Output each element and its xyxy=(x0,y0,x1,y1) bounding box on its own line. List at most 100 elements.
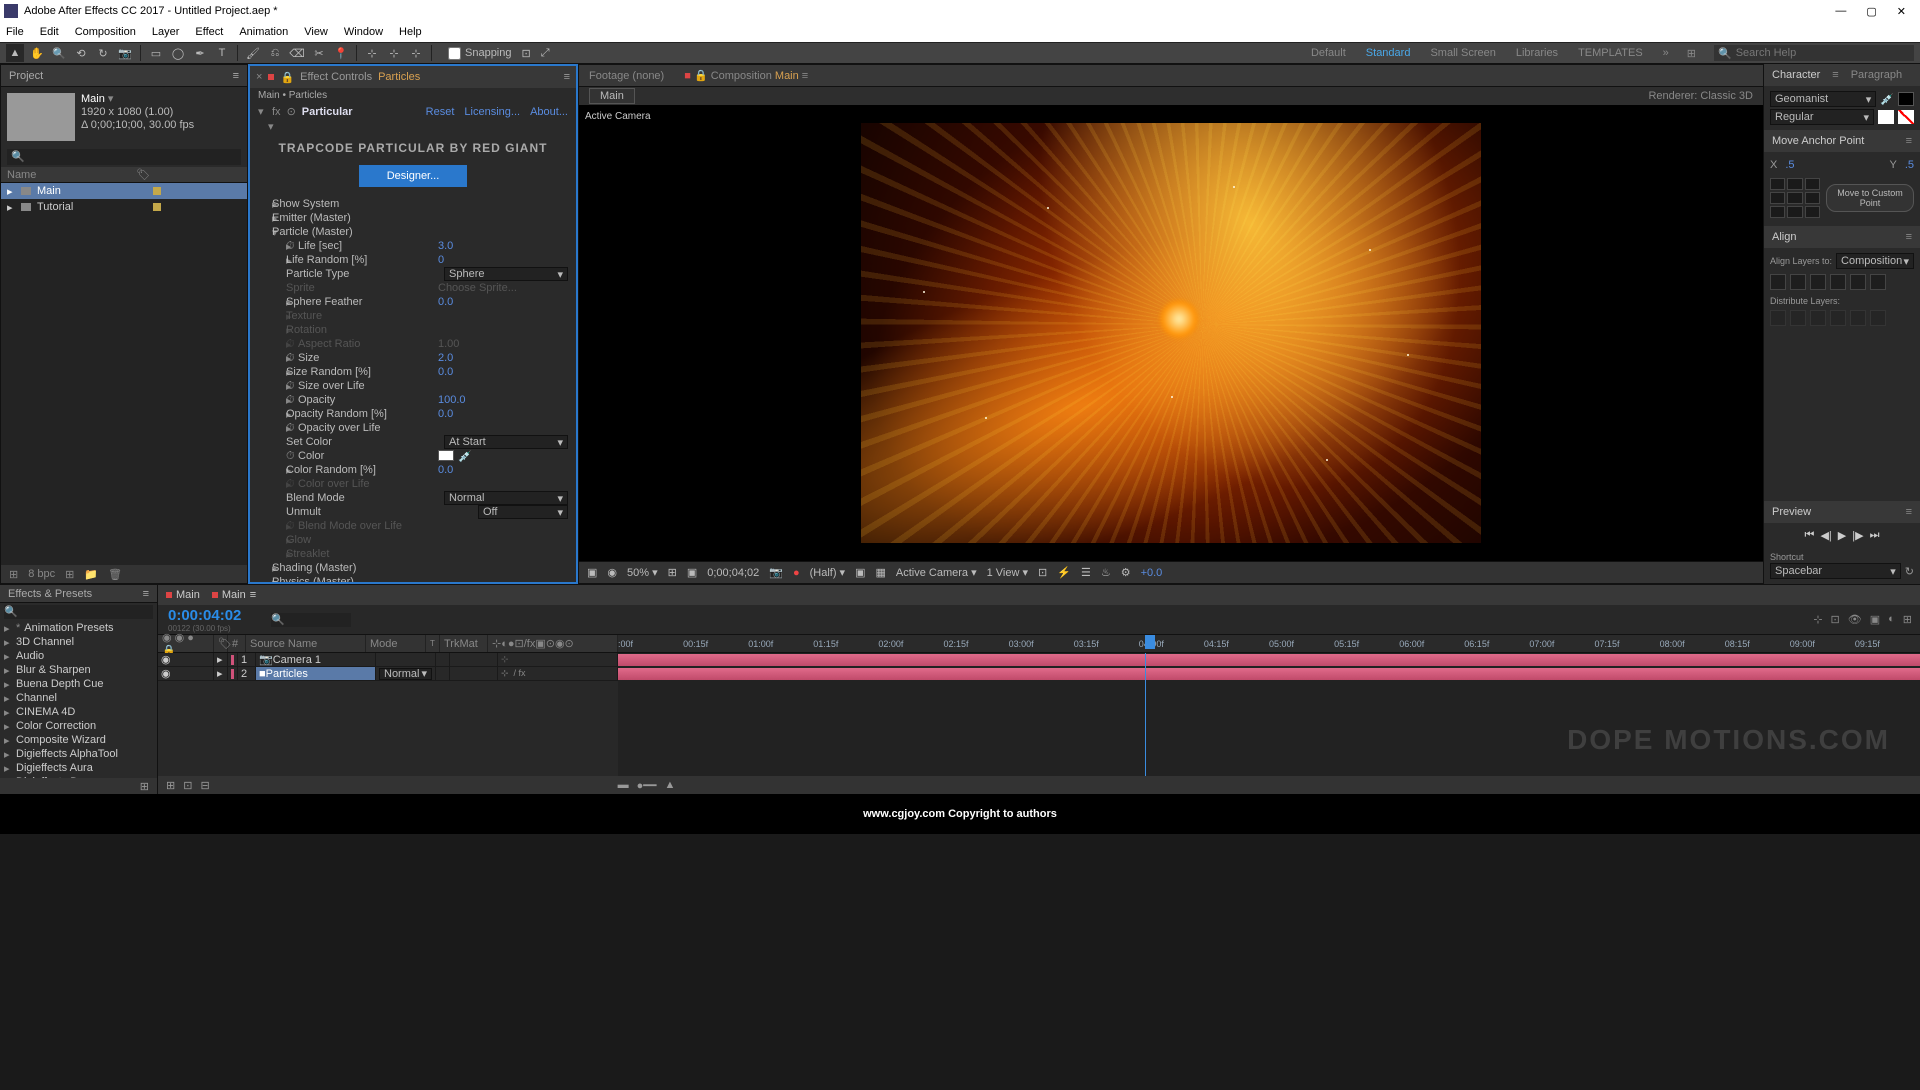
timeline-search-input[interactable] xyxy=(271,613,351,627)
rectangle-tool-icon[interactable]: ▭ xyxy=(147,44,165,62)
preset-category[interactable]: ▸Composite Wizard xyxy=(0,733,157,747)
resolution-grid-icon[interactable]: ⊞ xyxy=(668,566,677,579)
preset-category[interactable]: ▸Buena Depth Cue xyxy=(0,677,157,691)
pen-tool-icon[interactable]: ✒ xyxy=(191,44,209,62)
life-value[interactable]: 3.0 xyxy=(438,240,568,252)
search-help[interactable]: 🔍 Search Help xyxy=(1714,45,1914,61)
align-right-icon[interactable] xyxy=(1810,274,1826,290)
layer-row-particles[interactable]: ◉ ▸ 2 ■ Particles Normal▾ ⊹ / fx xyxy=(158,667,618,681)
playhead[interactable] xyxy=(1145,653,1146,776)
workspace-templates[interactable]: TEMPLATES xyxy=(1578,47,1643,59)
new-bin-icon[interactable]: ⊞ xyxy=(140,780,149,793)
transparency-icon[interactable]: ▦ xyxy=(875,566,885,579)
label-chip[interactable] xyxy=(153,203,161,211)
comp-flow-icon[interactable]: ♨ xyxy=(1101,566,1111,579)
stopwatch-icon[interactable]: ⏱ xyxy=(286,422,296,435)
menu-layer[interactable]: Layer xyxy=(152,26,180,38)
anchor-grid[interactable] xyxy=(1770,178,1820,218)
workspace-standard[interactable]: Standard xyxy=(1366,47,1411,59)
color-random-value[interactable]: 0.0 xyxy=(438,464,568,476)
ellipse-tool-icon[interactable]: ◯ xyxy=(169,44,187,62)
preset-category[interactable]: ▸Digieffects AlphaTool xyxy=(0,747,157,761)
clone-tool-icon[interactable]: ⎌ xyxy=(266,44,284,62)
region-icon[interactable]: ▣ xyxy=(855,566,865,579)
puppet-tool-icon[interactable]: 📍 xyxy=(332,44,350,62)
footage-tab[interactable]: Footage (none) xyxy=(589,70,664,82)
set-color-dropdown[interactable]: At Start▾ xyxy=(444,435,568,449)
roto-tool-icon[interactable]: ✂ xyxy=(310,44,328,62)
effects-presets-search[interactable] xyxy=(4,605,153,619)
workspace-default[interactable]: Default xyxy=(1311,47,1346,59)
align-left-icon[interactable] xyxy=(1770,274,1786,290)
layer-color-chip[interactable] xyxy=(231,669,234,679)
selection-tool-icon[interactable]: ▲ xyxy=(6,44,24,62)
zoom-in-icon[interactable]: ▲ xyxy=(665,779,676,791)
local-axis-icon[interactable]: ⊹ xyxy=(363,44,381,62)
snapping-toggle[interactable]: Snapping ⊡ ⤢ xyxy=(448,47,550,60)
effect-vis-icon[interactable]: ⊙ xyxy=(287,105,296,118)
panel-menu-icon[interactable]: ≡ xyxy=(564,71,570,83)
snapshot-icon[interactable]: ◉ xyxy=(607,566,617,579)
blend-mode-dropdown[interactable]: Normal▾ xyxy=(444,491,568,505)
prev-frame-icon[interactable]: ◀| xyxy=(1820,529,1831,542)
resolution-dropdown[interactable]: (Half) ▾ xyxy=(810,566,845,579)
fast-preview-icon[interactable]: ⚡ xyxy=(1057,566,1071,579)
toggle-switches-icon[interactable]: ⊞ xyxy=(166,779,175,792)
timeline-tab-2[interactable]: Main ≡ xyxy=(212,589,256,601)
reset-exposure-icon[interactable]: ⚙ xyxy=(1121,566,1131,579)
graph-editor-icon[interactable]: ⊞ xyxy=(1903,613,1912,626)
preset-category[interactable]: ▸3D Channel xyxy=(0,635,157,649)
timeline-track-area[interactable]: DOPE MOTIONS.COM xyxy=(618,653,1920,776)
zoom-out-icon[interactable]: ▬ xyxy=(618,779,629,791)
snapping-options-icon[interactable]: ⊡ xyxy=(522,47,531,60)
panel-grip-icon[interactable]: × xyxy=(256,71,262,83)
loop-icon[interactable]: ↻ xyxy=(1905,565,1914,578)
col-comment-icon[interactable]: 🏷 xyxy=(136,168,150,181)
stopwatch-icon[interactable]: ⏱ xyxy=(286,450,296,463)
search-all-icon[interactable]: ⊞ xyxy=(1687,47,1696,60)
no-color-icon[interactable] xyxy=(1898,110,1914,124)
timeline-tab-1[interactable]: Main xyxy=(166,589,200,601)
layer-mode-dropdown[interactable]: Normal▾ xyxy=(379,668,432,680)
effect-name[interactable]: Particular xyxy=(302,106,353,118)
effects-presets-tab[interactable]: Effects & Presets xyxy=(8,588,92,600)
new-folder-icon[interactable]: 📁 xyxy=(84,568,98,581)
menu-composition[interactable]: Composition xyxy=(75,26,136,38)
fill-color[interactable] xyxy=(1898,92,1914,106)
font-style-dropdown[interactable]: Regular▾ xyxy=(1770,109,1874,125)
stroke-color[interactable] xyxy=(1878,110,1894,124)
toggle-inout-icon[interactable]: ⊟ xyxy=(200,779,209,792)
project-item-tutorial[interactable]: ▸ Tutorial xyxy=(1,199,247,215)
size-random-value[interactable]: 0.0 xyxy=(438,366,568,378)
project-search-input[interactable] xyxy=(7,149,241,165)
first-frame-icon[interactable]: ⏮ xyxy=(1805,529,1815,542)
life-random-value[interactable]: 0 xyxy=(438,254,568,266)
designer-button[interactable]: Designer... xyxy=(359,165,468,187)
workspace-more-icon[interactable]: » xyxy=(1663,47,1669,59)
zoom-tool-icon[interactable]: 🔍 xyxy=(50,44,68,62)
video-toggle-icon[interactable]: ◉ xyxy=(161,667,171,680)
next-frame-icon[interactable]: |▶ xyxy=(1852,529,1863,542)
timeline-icon[interactable]: ☰ xyxy=(1081,566,1091,579)
layer-row-camera[interactable]: ◉ ▸ 1 📷 Camera 1 ⊹ xyxy=(158,653,618,667)
shortcut-dropdown[interactable]: Spacebar▾ xyxy=(1770,563,1901,579)
stopwatch-icon[interactable]: ⏱ xyxy=(286,394,296,407)
exposure-value[interactable]: +0.0 xyxy=(1141,567,1163,579)
align-top-icon[interactable] xyxy=(1830,274,1846,290)
move-to-custom-button[interactable]: Move to Custom Point xyxy=(1826,184,1914,212)
view-axis-icon[interactable]: ⊹ xyxy=(407,44,425,62)
menu-effect[interactable]: Effect xyxy=(195,26,223,38)
comp-mini-flowchart-icon[interactable]: ⊹ xyxy=(1813,613,1822,626)
menu-edit[interactable]: Edit xyxy=(40,26,59,38)
frame-blend-icon[interactable]: ▣ xyxy=(1870,613,1880,626)
panel-menu-icon[interactable]: ≡ xyxy=(233,70,239,82)
size-value[interactable]: 2.0 xyxy=(438,352,568,364)
close-button[interactable]: ✕ xyxy=(1897,5,1906,18)
menu-file[interactable]: File xyxy=(6,26,24,38)
preset-category[interactable]: ▸Channel xyxy=(0,691,157,705)
draft3d-icon[interactable]: ⊡ xyxy=(1831,613,1840,626)
show-channel-icon[interactable]: ● xyxy=(793,567,800,579)
hand-tool-icon[interactable]: ✋ xyxy=(28,44,46,62)
menu-animation[interactable]: Animation xyxy=(239,26,288,38)
comp-subtab[interactable]: Main xyxy=(589,88,635,104)
